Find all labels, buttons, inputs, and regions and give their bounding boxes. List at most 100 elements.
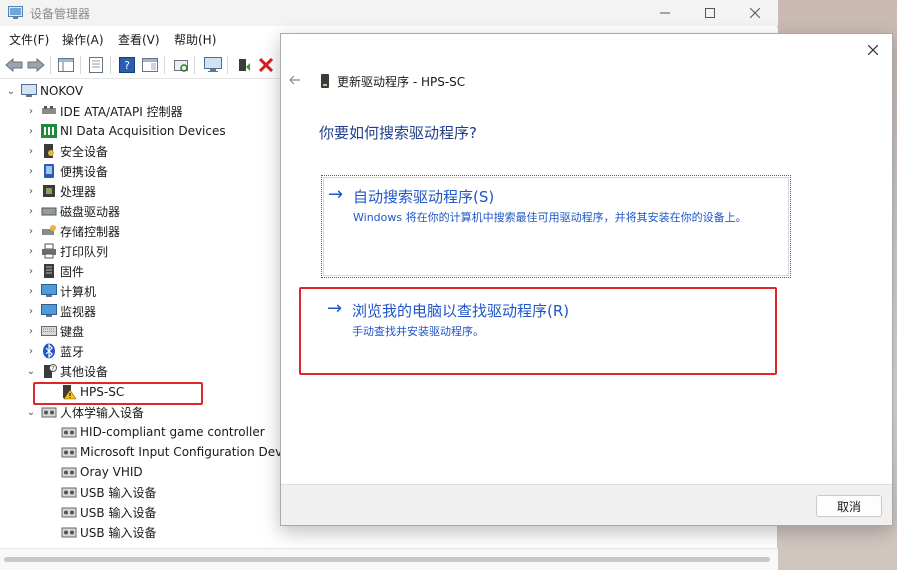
update-driver-button[interactable] <box>234 55 254 75</box>
console-tree-icon <box>58 58 74 72</box>
monitor-icon <box>204 57 222 72</box>
close-icon <box>750 8 760 18</box>
svg-text:?: ? <box>51 366 54 373</box>
forward-button[interactable] <box>26 55 46 75</box>
tree-root-label: NOKOV <box>40 84 84 98</box>
tree-item-hid[interactable]: ⌄ 人体学输入设备 <box>24 402 144 422</box>
monitor-view-button[interactable] <box>203 55 223 75</box>
tree-item-print-queue[interactable]: › 打印队列 <box>24 241 108 261</box>
tree-item-label: 监视器 <box>60 304 97 319</box>
chevron-right-icon[interactable]: › <box>24 181 38 201</box>
show-hide-console-tree-button[interactable] <box>56 55 76 75</box>
tree-item-portable[interactable]: › 便携设备 <box>24 161 108 181</box>
scrollbar-thumb[interactable] <box>4 557 770 562</box>
properties-icon <box>89 57 103 73</box>
scan-hardware-button[interactable] <box>171 55 191 75</box>
dialog-close-button[interactable] <box>862 40 884 60</box>
tree-item-label: 键盘 <box>60 324 85 339</box>
uninstall-device-button[interactable] <box>256 55 276 75</box>
tree-item-label: USB 输入设备 <box>80 525 157 540</box>
tree-item-hid-child[interactable]: Oray VHID <box>58 462 143 482</box>
minimize-button[interactable] <box>642 0 688 26</box>
menu-view[interactable]: 查看(V) <box>118 31 160 48</box>
dialog-footer: 取消 <box>281 484 892 525</box>
processor-icon <box>41 183 57 199</box>
horizontal-scrollbar[interactable] <box>0 548 778 570</box>
menu-file[interactable]: 文件(F) <box>9 31 49 48</box>
scan-hardware-icon <box>174 60 188 72</box>
tree-item-label: 固件 <box>60 264 85 279</box>
cancel-button[interactable]: 取消 <box>816 495 882 517</box>
tree-item-bluetooth[interactable]: › 蓝牙 <box>24 341 84 361</box>
tree-item-ni-daq[interactable]: › NI Data Acquisition Devices <box>24 121 226 141</box>
tree-item-other-devices[interactable]: ⌄ ? 其他设备 <box>24 361 108 381</box>
svg-text:?: ? <box>124 59 130 72</box>
tree-item-label: 打印队列 <box>60 244 109 259</box>
close-window-button[interactable] <box>732 0 778 26</box>
help-button[interactable]: ? <box>117 55 137 75</box>
update-driver-icon <box>239 59 250 71</box>
tree-item-ide[interactable]: › IDE ATA/ATAPI 控制器 <box>24 101 183 121</box>
tree-item-firmware[interactable]: › 固件 <box>24 261 84 281</box>
firmware-icon <box>41 263 57 279</box>
hid-device-icon <box>61 464 77 480</box>
properties-button[interactable] <box>86 55 106 75</box>
action-pane-button[interactable] <box>140 55 160 75</box>
monitor-icon <box>41 303 57 319</box>
chevron-down-icon[interactable]: ⌄ <box>24 361 38 381</box>
title-bar[interactable]: 设备管理器 <box>0 0 778 26</box>
chevron-right-icon[interactable]: › <box>24 141 38 161</box>
back-button[interactable] <box>4 55 24 75</box>
help-icon: ? <box>119 57 135 73</box>
tree-item-disk[interactable]: › 磁盘驱动器 <box>24 201 120 221</box>
chevron-right-icon[interactable]: › <box>24 121 38 141</box>
tree-item-hid-child[interactable]: USB 输入设备 <box>58 522 156 542</box>
window-title: 设备管理器 <box>30 7 91 21</box>
maximize-button[interactable] <box>687 0 733 26</box>
tree-item-hid-child[interactable]: Microsoft Input Configuration Device <box>58 442 300 462</box>
tree-root-row[interactable]: ⌄ NOKOV <box>4 81 83 101</box>
chevron-right-icon[interactable]: › <box>24 321 38 341</box>
highlight-box-browse-option <box>299 287 777 375</box>
option-title: 自动搜索驱动程序(S) <box>353 188 495 206</box>
tree-item-storage[interactable]: › 存储控制器 <box>24 221 120 241</box>
security-device-icon <box>41 143 57 159</box>
dialog-back-button[interactable] <box>287 72 303 88</box>
dialog-question: 你要如何搜索驱动程序? <box>319 124 477 142</box>
print-queue-icon <box>41 243 57 259</box>
tree-item-label: IDE ATA/ATAPI 控制器 <box>60 104 183 119</box>
ide-controller-icon <box>41 103 57 119</box>
chevron-right-icon[interactable]: › <box>24 341 38 361</box>
chevron-right-icon[interactable]: › <box>24 201 38 221</box>
auto-search-option[interactable]: → 自动搜索驱动程序(S) Windows 将在你的计算机中搜索最佳可用驱动程序… <box>321 175 791 278</box>
chevron-right-icon[interactable]: › <box>24 221 38 241</box>
menu-help[interactable]: 帮助(H) <box>174 31 216 48</box>
menu-action[interactable]: 操作(A) <box>62 31 104 48</box>
tree-item-hid-child[interactable]: USB 输入设备 <box>58 482 156 502</box>
update-driver-dialog: 更新驱动程序 - HPS-SC 你要如何搜索驱动程序? → 自动搜索驱动程序(S… <box>280 33 893 526</box>
bluetooth-icon <box>41 343 57 359</box>
maximize-icon <box>705 8 715 18</box>
minimize-icon <box>660 12 670 14</box>
ni-daq-icon <box>41 123 57 139</box>
tree-item-processor[interactable]: › 处理器 <box>24 181 96 201</box>
tree-item-computer[interactable]: › 计算机 <box>24 281 96 301</box>
tree-item-label: 便携设备 <box>60 164 109 179</box>
chevron-right-icon[interactable]: › <box>24 301 38 321</box>
chevron-right-icon[interactable]: › <box>24 161 38 181</box>
tree-item-hid-child[interactable]: HID-compliant game controller <box>58 422 265 442</box>
tree-item-label: 人体学输入设备 <box>60 405 145 420</box>
chevron-right-icon[interactable]: › <box>24 101 38 121</box>
tree-item-monitor[interactable]: › 监视器 <box>24 301 96 321</box>
chevron-down-icon[interactable]: ⌄ <box>24 402 38 422</box>
tree-item-hid-child[interactable]: USB 输入设备 <box>58 502 156 522</box>
back-arrow-icon <box>5 58 23 72</box>
tree-item-label: USB 输入设备 <box>80 485 157 500</box>
chevron-right-icon[interactable]: › <box>24 261 38 281</box>
tree-item-label: NI Data Acquisition Devices <box>60 124 226 138</box>
chevron-down-icon[interactable]: ⌄ <box>4 81 18 101</box>
tree-item-security[interactable]: › 安全设备 <box>24 141 108 161</box>
chevron-right-icon[interactable]: › <box>24 241 38 261</box>
chevron-right-icon[interactable]: › <box>24 281 38 301</box>
tree-item-keyboard[interactable]: › 键盘 <box>24 321 84 341</box>
